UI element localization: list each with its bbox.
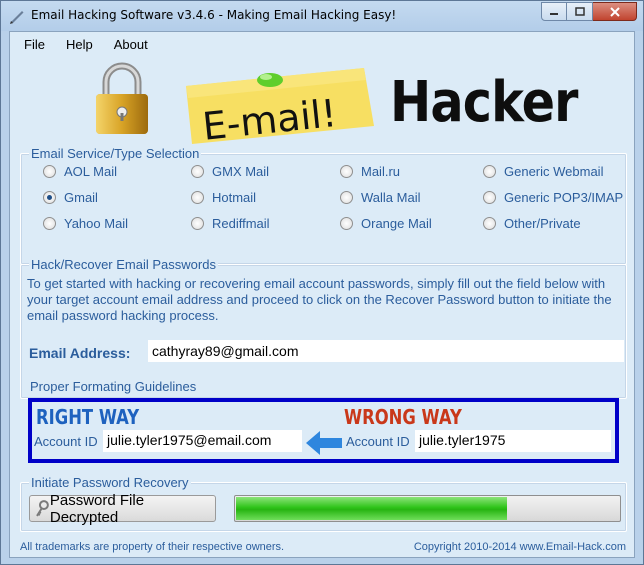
maximize-icon — [574, 7, 585, 16]
format-group-title: Proper Formating Guidelines — [28, 379, 199, 394]
email-sticky-note: E-mail! — [186, 68, 374, 144]
radio-label: Hotmail — [212, 190, 257, 205]
radio-gmail[interactable]: Gmail — [43, 190, 98, 205]
wrong-account-label: Account ID — [346, 434, 410, 449]
format-example-panel: RIGHT WAY WRONG WAY Account ID julie.tyl… — [32, 402, 615, 459]
radio-indicator[interactable] — [340, 191, 353, 204]
radio-label: GMX Mail — [212, 164, 270, 179]
decrypt-button-label: Password File Decrypted — [49, 491, 145, 526]
radio-walla-mail[interactable]: Walla Mail — [340, 190, 420, 205]
password-recovery-group: Initiate Password Recovery Password File… — [20, 475, 627, 532]
copyright-notice: Copyright 2010-2014 www.Email-Hack.com — [413, 541, 626, 553]
menu-help[interactable]: Help — [59, 37, 100, 52]
radio-label: Mail.ru — [361, 164, 401, 179]
menu-about[interactable]: About — [107, 37, 155, 52]
right-way-heading: RIGHT WAY — [36, 405, 140, 429]
app-icon — [10, 11, 24, 24]
radio-mail-ru[interactable]: Mail.ru — [340, 164, 400, 179]
wrong-way-heading: WRONG WAY — [344, 405, 462, 429]
radio-gmx-mail[interactable]: GMX Mail — [191, 164, 269, 179]
radio-orange-mail[interactable]: Orange Mail — [340, 216, 432, 231]
radio-indicator[interactable] — [43, 217, 56, 230]
client-area: File Help About E-mail! Hacker Email Ser… — [9, 31, 635, 558]
brand-title: Hacker — [390, 70, 578, 135]
arrow-left-icon — [306, 431, 342, 455]
radio-label: Yahoo Mail — [64, 216, 129, 231]
password-decrypted-button[interactable]: Password File Decrypted — [29, 492, 216, 526]
radio-label: AOL Mail — [64, 164, 117, 179]
progress-fill — [236, 497, 508, 520]
menu-bar: File Help About — [10, 32, 634, 56]
hack-group-title: Hack/Recover Email Passwords — [29, 257, 218, 272]
recovery-progress-bar — [234, 495, 621, 522]
app-window: Email Hacking Software v3.4.6 - Making E… — [0, 0, 644, 565]
wrong-example-field: julie.tyler1975 — [415, 430, 611, 452]
caption-buttons — [541, 2, 637, 22]
service-selection-group: Email Service/Type Selection AOL Mail GMX… — [20, 146, 627, 265]
radio-label: Generic POP3/IMAP — [504, 190, 624, 205]
title-bar[interactable]: Email Hacking Software v3.4.6 - Making E… — [1, 1, 643, 31]
email-address-input[interactable]: cathyray89@gmail.com — [147, 339, 625, 363]
radio-aol-mail[interactable]: AOL Mail — [43, 164, 117, 179]
minimize-button[interactable] — [541, 2, 567, 21]
radio-indicator[interactable] — [191, 217, 204, 230]
radio-indicator[interactable] — [340, 165, 353, 178]
formatting-guidelines-group: Proper Formating Guidelines RIGHT WAY WR… — [20, 379, 627, 469]
radio-label: Orange Mail — [361, 216, 432, 231]
radio-indicator[interactable] — [340, 217, 353, 230]
minimize-icon — [550, 12, 558, 15]
radio-label: Gmail — [64, 190, 98, 205]
right-example-field: julie.tyler1975@email.com — [103, 430, 302, 452]
radio-label: Generic Webmail — [504, 164, 604, 179]
radio-label: Walla Mail — [361, 190, 421, 205]
format-example-frame: RIGHT WAY WRONG WAY Account ID julie.tyl… — [28, 398, 619, 463]
radio-rediffmail[interactable]: Rediffmail — [191, 216, 270, 231]
service-group-title: Email Service/Type Selection — [29, 146, 202, 161]
padlock-icon — [96, 62, 148, 134]
radio-indicator[interactable] — [43, 165, 56, 178]
hack-description: To get started with hacking or recoverin… — [27, 276, 612, 323]
radio-hotmail[interactable]: Hotmail — [191, 190, 256, 205]
right-account-label: Account ID — [34, 434, 98, 449]
radio-indicator[interactable] — [483, 165, 496, 178]
trademark-notice: All trademarks are property of their res… — [20, 541, 285, 553]
close-icon — [609, 6, 620, 17]
radio-indicator[interactable] — [191, 191, 204, 204]
radio-indicator[interactable] — [191, 165, 204, 178]
window-title: Email Hacking Software v3.4.6 - Making E… — [31, 8, 397, 22]
menu-file[interactable]: File — [17, 37, 52, 52]
radio-other-private[interactable]: Other/Private — [483, 216, 581, 231]
radio-generic-webmail[interactable]: Generic Webmail — [483, 164, 603, 179]
radio-generic-pop3-imap[interactable]: Generic POP3/IMAP — [483, 190, 623, 205]
maximize-button[interactable] — [567, 2, 593, 21]
radio-yahoo-mail[interactable]: Yahoo Mail — [43, 216, 128, 231]
email-label: Email Address: — [29, 345, 131, 361]
recover-group-title: Initiate Password Recovery — [29, 475, 191, 490]
radio-indicator[interactable] — [43, 191, 56, 204]
radio-label: Other/Private — [504, 216, 581, 231]
radio-label: Rediffmail — [212, 216, 270, 231]
key-icon — [36, 499, 49, 516]
close-button[interactable] — [593, 2, 637, 21]
radio-indicator[interactable] — [483, 217, 496, 230]
radio-indicator[interactable] — [483, 191, 496, 204]
